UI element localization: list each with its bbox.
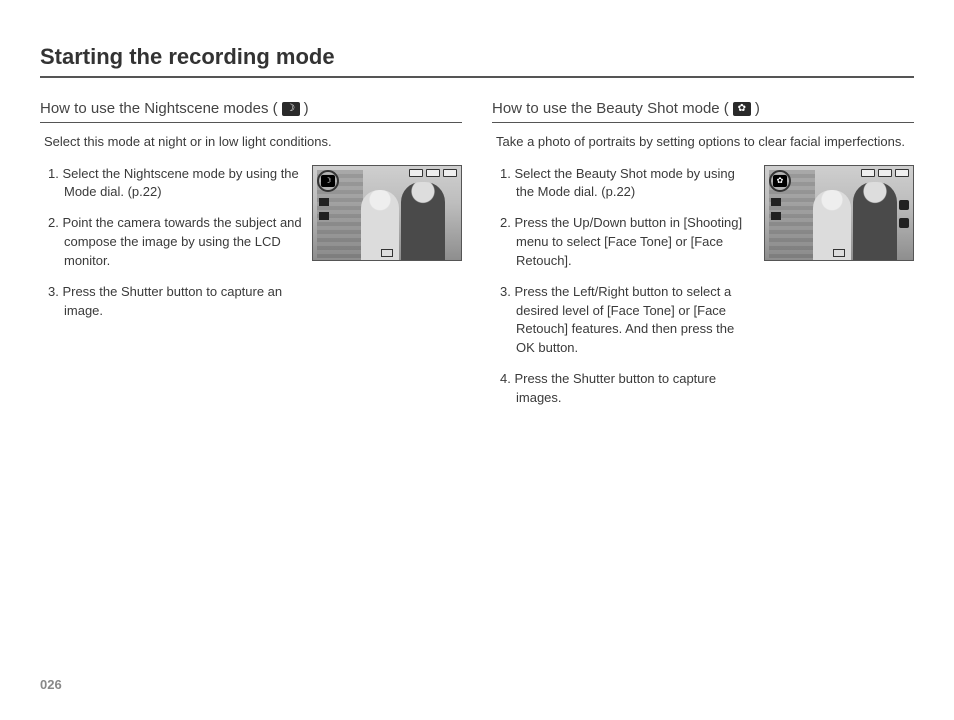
- nightscene-heading: How to use the Nightscene modes ( ☽ ): [40, 100, 462, 123]
- step: 2. Point the camera towards the subject …: [40, 214, 302, 271]
- osd-top-icons: [861, 169, 909, 177]
- beautyshot-intro: Take a photo of portraits by setting opt…: [496, 133, 914, 151]
- step: 1. Select the Nightscene mode by using t…: [40, 165, 302, 203]
- manual-page: Starting the recording mode How to use t…: [0, 0, 954, 720]
- nightscene-lcd-preview: ☽: [312, 165, 462, 261]
- quality-icon: [771, 212, 781, 220]
- nightscene-mode-icon: ☽: [282, 102, 300, 116]
- step: 4. Press the Shutter button to capture i…: [492, 370, 754, 408]
- osd-left-icons: [771, 198, 781, 220]
- face-retouch-icon: [899, 218, 909, 228]
- page-number: 026: [40, 677, 62, 692]
- preview-subject: [813, 190, 851, 260]
- heading-text-post: ): [304, 100, 309, 117]
- step: 2. Press the Up/Down button in [Shooting…: [492, 214, 754, 271]
- right-column: How to use the Beauty Shot mode ( ✿ ) Ta…: [492, 100, 914, 420]
- heading-text-post: ): [755, 100, 760, 117]
- beautyshot-heading: How to use the Beauty Shot mode ( ✿ ): [492, 100, 914, 123]
- two-column-layout: How to use the Nightscene modes ( ☽ ) Se…: [40, 100, 914, 420]
- nightscene-steps: 1. Select the Nightscene mode by using t…: [40, 165, 302, 333]
- step: 1. Select the Beauty Shot mode by using …: [492, 165, 754, 203]
- preview-subject: [401, 182, 445, 260]
- nightscene-intro: Select this mode at night or in low ligh…: [44, 133, 462, 151]
- beautyshot-lcd-preview: ✿: [764, 165, 914, 261]
- mode-indicator-circle: ✿: [769, 170, 791, 192]
- storage-icon: [878, 169, 892, 177]
- battery-icon: [443, 169, 457, 177]
- resolution-icon: [771, 198, 781, 206]
- osd-left-icons: [319, 198, 329, 220]
- beautyshot-mode-icon: ✿: [733, 102, 751, 116]
- counter-icon: [861, 169, 875, 177]
- quality-icon: [319, 212, 329, 220]
- step: 3. Press the Left/Right button to select…: [492, 283, 754, 358]
- storage-icon: [426, 169, 440, 177]
- battery-icon: [895, 169, 909, 177]
- resolution-icon: [319, 198, 329, 206]
- beautyshot-steps: 1. Select the Beauty Shot mode by using …: [492, 165, 754, 420]
- osd-right-icons: [899, 200, 909, 228]
- left-column: How to use the Nightscene modes ( ☽ ) Se…: [40, 100, 462, 420]
- preview-subject: [361, 190, 399, 260]
- osd-top-icons: [409, 169, 457, 177]
- beautyshot-mode-icon: ✿: [773, 175, 787, 187]
- counter-icon: [409, 169, 423, 177]
- face-tone-icon: [899, 200, 909, 210]
- preview-subject: [853, 182, 897, 260]
- heading-text-pre: How to use the Nightscene modes (: [40, 100, 278, 117]
- nightscene-mode-icon: ☽: [321, 175, 335, 187]
- beautyshot-body: 1. Select the Beauty Shot mode by using …: [492, 165, 914, 420]
- osd-bottom-icon: [833, 249, 845, 257]
- heading-text-pre: How to use the Beauty Shot mode (: [492, 100, 729, 117]
- nightscene-body: 1. Select the Nightscene mode by using t…: [40, 165, 462, 333]
- osd-bottom-icon: [381, 249, 393, 257]
- mode-indicator-circle: ☽: [317, 170, 339, 192]
- page-title: Starting the recording mode: [40, 44, 914, 78]
- step: 3. Press the Shutter button to capture a…: [40, 283, 302, 321]
